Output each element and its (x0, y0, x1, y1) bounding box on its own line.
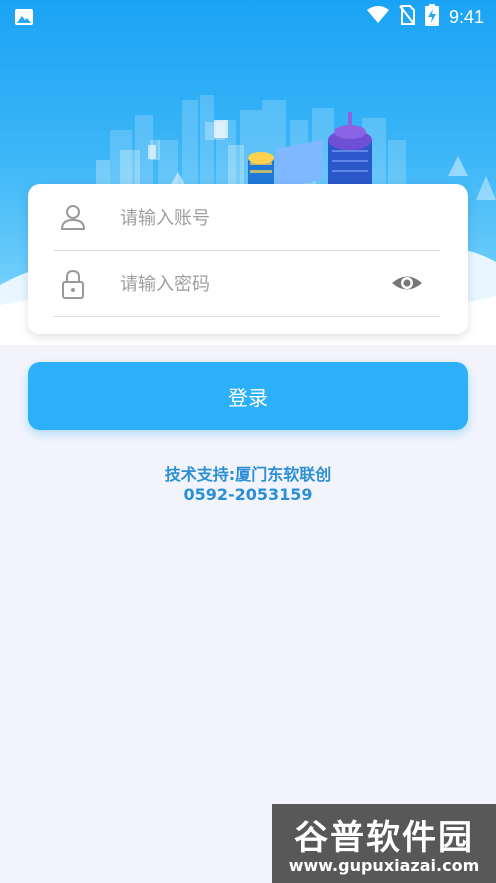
image-icon (14, 8, 34, 26)
account-row (54, 184, 440, 251)
login-button[interactable]: 登录 (28, 362, 468, 430)
status-time: 9:41 (448, 6, 484, 27)
support-text: 技术支持:厦门东软联创 (164, 465, 332, 484)
password-row (54, 250, 440, 317)
status-bar: 9:41 (0, 0, 496, 34)
wifi-icon (366, 6, 389, 28)
battery-charging-icon (424, 4, 439, 30)
user-icon (60, 204, 86, 230)
support-phone: 0592-2053159 (183, 485, 313, 504)
no-sim-icon (399, 5, 415, 29)
login-card (28, 184, 468, 334)
account-input[interactable] (118, 198, 402, 238)
eye-icon[interactable] (390, 270, 424, 296)
watermark-url: www.gupuxiazai.com (288, 856, 480, 875)
lock-icon (60, 269, 86, 299)
watermark: 谷普软件园 www.gupuxiazai.com (272, 804, 496, 883)
watermark-title: 谷普软件园 (294, 818, 474, 858)
password-input[interactable] (118, 264, 402, 304)
